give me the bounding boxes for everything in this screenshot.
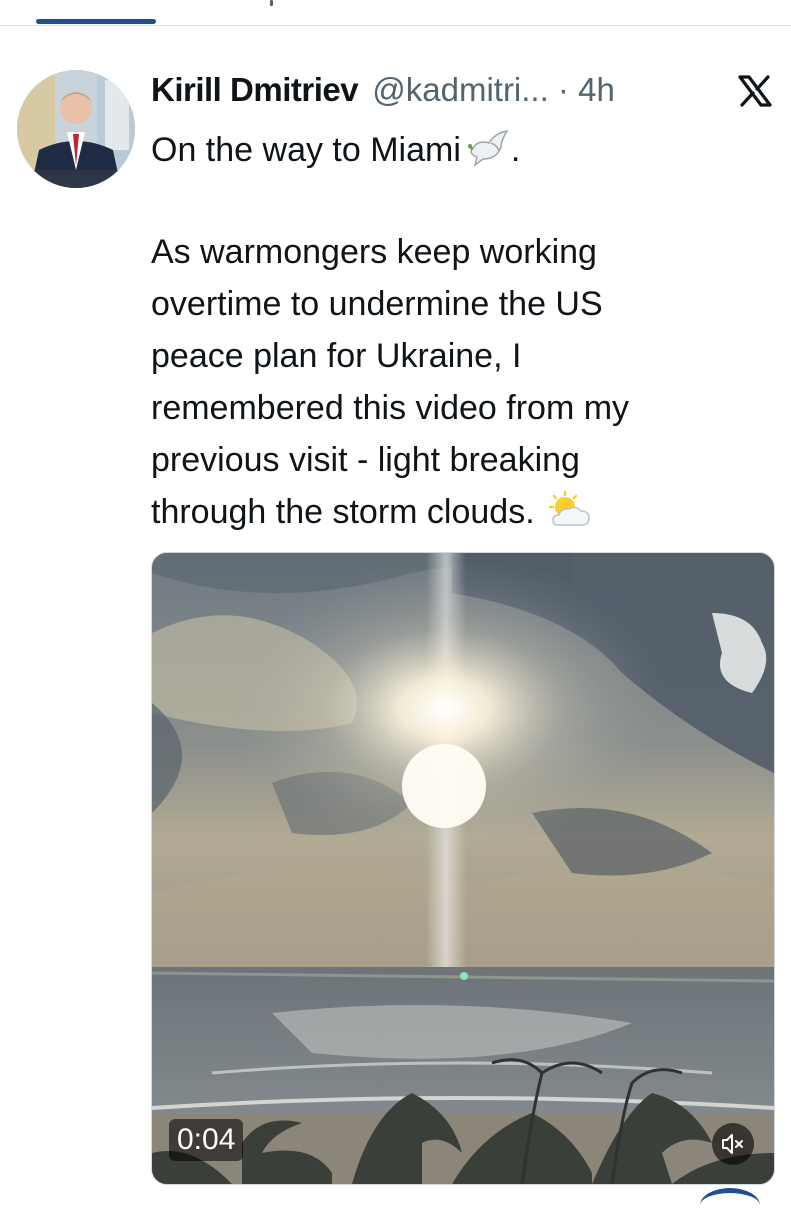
mute-button[interactable] bbox=[712, 1123, 754, 1165]
floating-button-edge[interactable] bbox=[700, 1188, 760, 1223]
post-text: On the way to Miami . As warmongers keep… bbox=[151, 124, 711, 538]
tab-divider bbox=[0, 25, 791, 26]
video-player[interactable]: 0:04 bbox=[151, 552, 775, 1185]
post-text-line: overtime to undermine the US bbox=[151, 285, 603, 323]
active-tab-indicator bbox=[36, 19, 156, 24]
tab-label-fragment bbox=[270, 0, 273, 6]
post-timestamp[interactable]: 4h bbox=[578, 71, 615, 108]
speaker-muted-icon bbox=[722, 1134, 743, 1154]
sun-behind-cloud-icon bbox=[547, 491, 591, 531]
video-duration-badge: 0:04 bbox=[169, 1119, 244, 1161]
video-frame bbox=[152, 553, 774, 1184]
post-header: Kirill Dmitriev @kadmitri... · 4h bbox=[151, 70, 711, 110]
post[interactable]: Kirill Dmitriev @kadmitri... · 4h On the… bbox=[0, 36, 791, 1200]
author-handle[interactable]: @kadmitri... bbox=[372, 71, 549, 108]
post-text-line: remembered this video from my bbox=[151, 389, 630, 427]
post-text-line: peace plan for Ukraine, I bbox=[151, 337, 522, 375]
post-text-line: As warmongers keep working bbox=[151, 233, 597, 271]
post-text-line: through the storm clouds. bbox=[151, 486, 711, 538]
x-logo-icon bbox=[738, 75, 772, 107]
avatar[interactable] bbox=[17, 70, 135, 188]
post-text-line: previous visit - light breaking bbox=[151, 441, 580, 479]
author-name[interactable]: Kirill Dmitriev bbox=[151, 71, 359, 108]
tab-strip bbox=[0, 0, 791, 28]
dove-icon bbox=[467, 129, 511, 169]
post-text-line: On the way to Miami . bbox=[151, 129, 521, 169]
header-separator: · bbox=[557, 71, 569, 108]
